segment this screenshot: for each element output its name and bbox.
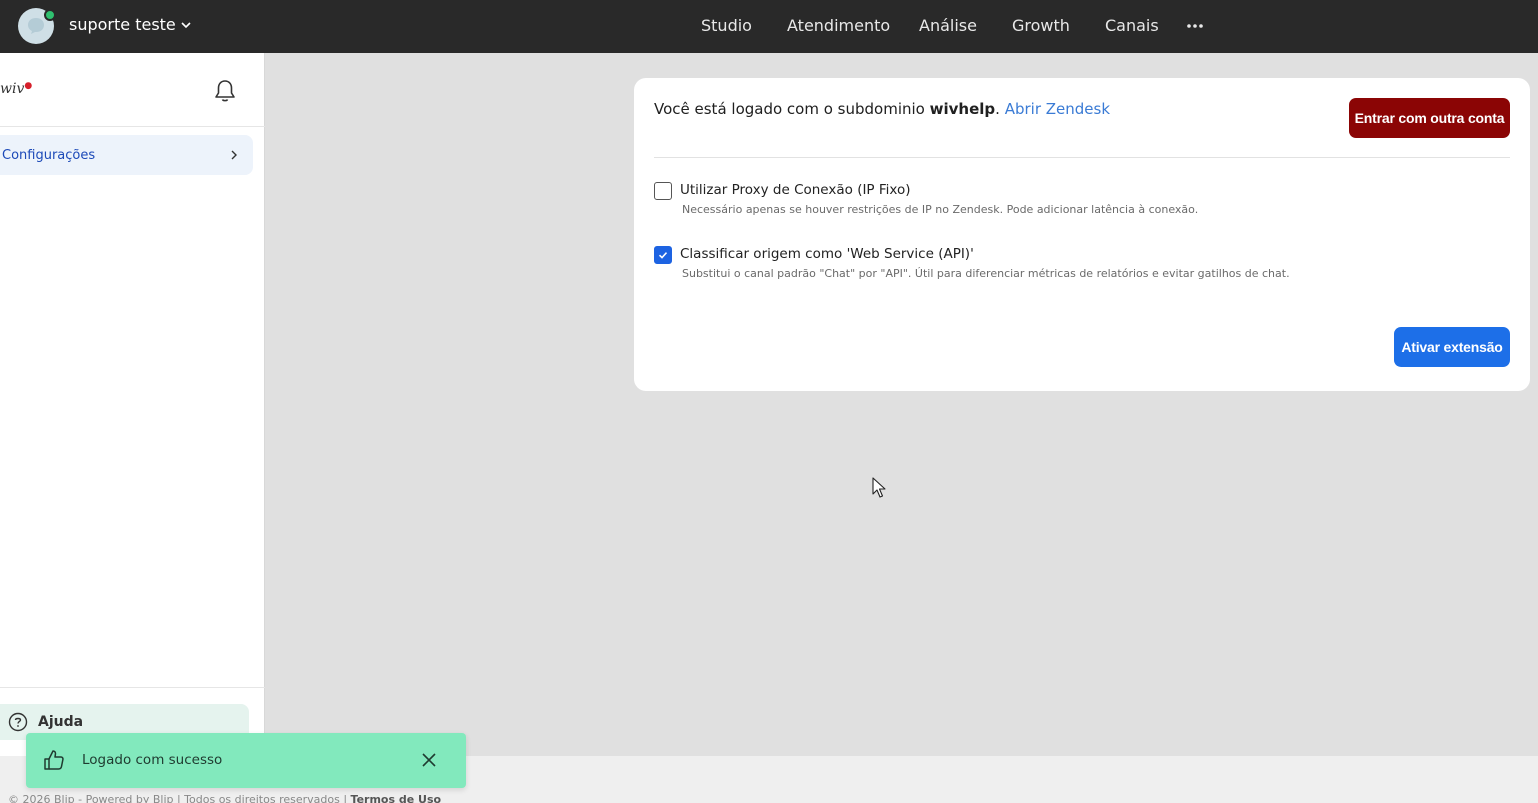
api-origin-option-label: Classificar origem como 'Web Service (AP… bbox=[680, 246, 974, 262]
nav-atendimento[interactable]: Atendimento bbox=[787, 16, 890, 35]
sidebar-divider bbox=[0, 687, 265, 688]
api-origin-option-description: Substitui o canal padrão "Chat" por "API… bbox=[682, 267, 1290, 280]
thumbs-up-icon bbox=[44, 750, 64, 770]
more-horizontal-icon[interactable] bbox=[1186, 17, 1204, 35]
login-dot: . bbox=[995, 100, 1000, 118]
subdomain-name: wivhelp bbox=[929, 100, 996, 118]
success-toast: Logado com sucesso bbox=[26, 733, 466, 788]
proxy-option-description: Necessário apenas se houver restrições d… bbox=[682, 203, 1199, 216]
account-name: suporte teste bbox=[69, 15, 176, 34]
sidebar-item-label: Configurações bbox=[2, 147, 96, 163]
login-prefix: Você está logado com o subdominio bbox=[654, 100, 930, 118]
help-label: Ajuda bbox=[38, 714, 84, 730]
login-status-text: Você está logado com o subdominio wivhel… bbox=[654, 100, 1110, 118]
nav-analise[interactable]: Análise bbox=[919, 16, 977, 35]
nav-studio[interactable]: Studio bbox=[701, 16, 752, 35]
nav-growth[interactable]: Growth bbox=[1012, 16, 1070, 35]
checkmark-icon bbox=[658, 252, 668, 259]
activate-extension-button[interactable]: Ativar extensão bbox=[1394, 327, 1510, 367]
brand-logo: wiv● bbox=[0, 81, 33, 97]
chevron-down-icon bbox=[181, 21, 191, 28]
terms-of-use-link[interactable]: Termos de Uso bbox=[351, 793, 442, 803]
mouse-cursor-icon bbox=[872, 477, 886, 498]
api-origin-checkbox[interactable] bbox=[654, 246, 672, 264]
sidebar-divider bbox=[0, 126, 265, 127]
zendesk-extension-card: Você está logado com o subdominio wivhel… bbox=[634, 78, 1530, 391]
top-bar: suporte teste Studio Atendimento Análise… bbox=[0, 0, 1538, 53]
toast-message: Logado com sucesso bbox=[82, 752, 223, 768]
brand-logo-text: wiv bbox=[0, 81, 25, 97]
proxy-option-label: Utilizar Proxy de Conexão (IP Fixo) bbox=[680, 182, 911, 198]
open-zendesk-link[interactable]: Abrir Zendesk bbox=[1005, 100, 1110, 118]
proxy-checkbox[interactable] bbox=[654, 182, 672, 200]
bell-icon[interactable] bbox=[213, 78, 237, 104]
online-status-dot bbox=[44, 9, 56, 21]
footer-copyright: © 2026 Blip - Powered by Blip | Todos os… bbox=[8, 793, 351, 803]
footer-text: © 2026 Blip - Powered by Blip | Todos os… bbox=[8, 793, 441, 803]
nav-canais[interactable]: Canais bbox=[1105, 16, 1159, 35]
card-divider bbox=[654, 157, 1510, 158]
switch-account-button[interactable]: Entrar com outra conta bbox=[1349, 98, 1510, 138]
account-switcher[interactable]: suporte teste bbox=[69, 15, 192, 34]
chevron-right-icon bbox=[231, 150, 237, 160]
sidebar-item-configuracoes[interactable]: Configurações bbox=[0, 135, 253, 175]
sidebar: wiv● Configurações Ajuda bbox=[0, 53, 265, 756]
help-circle-icon bbox=[8, 712, 28, 732]
chat-bubble-icon bbox=[28, 18, 44, 34]
close-icon[interactable] bbox=[421, 752, 437, 768]
